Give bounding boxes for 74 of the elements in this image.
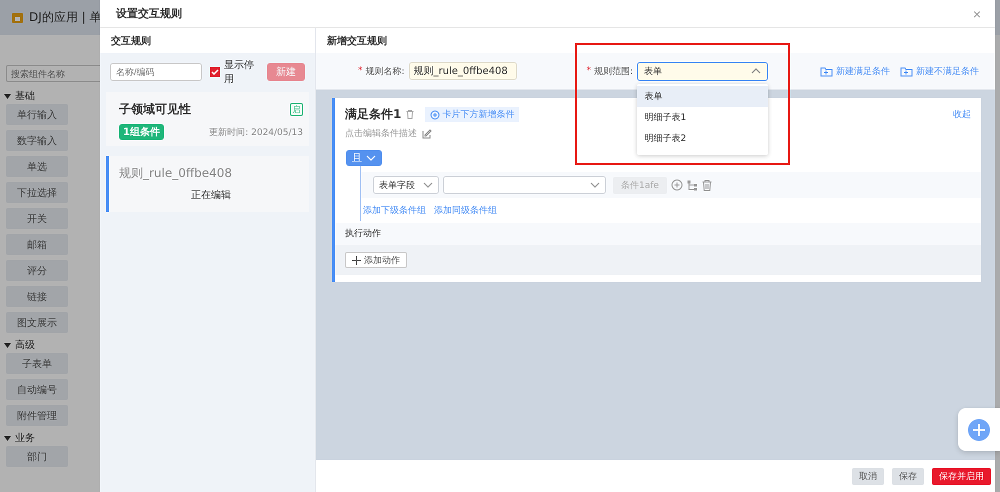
field-select[interactable] [443,176,606,194]
caret-down-icon[interactable] [4,434,11,442]
field-label: 规则名称: [366,66,405,78]
required-mark: * [358,66,362,76]
dialog-title: 设置交互规则 [116,6,182,21]
dropdown-option[interactable]: 表单 [636,86,768,106]
group-label: 高级 [15,338,35,352]
group-label: 基础 [15,90,35,103]
plus-circle-icon[interactable] [670,179,683,191]
condition-title: 满足条件1 [345,106,402,123]
editing-note: 正在编辑 [190,188,232,203]
save-enable-button[interactable]: 保存并启用 [932,468,991,484]
folder-icon[interactable] [12,12,23,22]
plus-circle-icon[interactable] [968,418,990,440]
chevron-down-icon[interactable] [423,182,433,188]
close-button[interactable]: × [972,6,981,22]
trash-icon[interactable] [406,110,414,119]
plus-icon[interactable] [352,256,361,264]
component-item[interactable]: 自动编号 [6,379,68,400]
rule-name-field[interactable]: 规则_rule_0ffbe408 [408,62,517,80]
checkbox[interactable] [210,67,220,77]
footer-button[interactable]: 保存 [892,468,924,484]
add-condition-button[interactable]: 新建不满足条件 [900,64,979,78]
field-type-select[interactable]: 表单字段 [373,176,439,194]
component-item[interactable]: 单行输入 [6,104,68,125]
updated-time: 更新时间: 2024/05/13 [209,126,303,138]
add-below-button[interactable]: 卡片下方新增条件 [425,107,520,122]
component-item[interactable]: 下拉选择 [6,182,68,203]
caret-down-icon[interactable] [4,92,11,100]
component-item[interactable]: 子表单 [6,353,68,374]
component-item[interactable]: 单选 [6,156,68,177]
app-title: DJ的应用 | 单 [29,9,102,26]
rule-name: 规则_rule_0ffbe408 [119,164,232,182]
required-mark: * [586,66,592,76]
component-item[interactable]: 数字输入 [6,130,68,151]
tree-icon[interactable] [686,180,698,190]
logic-dropdown[interactable]: 且 [346,150,382,166]
caret-down-icon[interactable] [4,342,11,348]
dropdown-option[interactable]: 明细子表1 [636,106,768,128]
folder-plus-icon[interactable] [900,66,913,76]
pane-title: 交互规则 [100,28,315,53]
section-title: 执行动作 [335,223,981,245]
rule-card[interactable]: 子领域可见性 启 1组条件 更新时间: 2024/05/13 [106,92,309,146]
chevron-down-icon[interactable] [590,182,600,188]
rule-card[interactable]: 规则_rule_0ffbe408 正在编辑 [106,156,309,212]
condition-tag: 条件1afe [613,176,667,194]
footer-button[interactable]: 取消 [852,468,884,484]
component-item[interactable]: 邮箱 [6,234,68,255]
component-item[interactable]: 附件管理 [6,405,68,426]
component-item[interactable]: 链接 [6,286,68,307]
component-item[interactable]: 评分 [6,260,68,281]
add-group-link[interactable]: 添加下级条件组 [363,204,426,217]
add-condition-button[interactable]: 新建满足条件 [820,64,890,78]
rule-name: 子领域可见性 [119,100,191,118]
condition-count-tag: 1组条件 [119,124,164,140]
add-action-button[interactable]: 添加动作 [345,252,407,268]
component-item[interactable]: 部门 [6,446,68,467]
folder-plus-icon[interactable] [820,66,833,76]
dropdown-option[interactable]: 明细子表2 [636,128,768,148]
collapse-link[interactable]: 收起 [953,108,971,121]
add-group-link[interactable]: 添加同级条件组 [434,204,497,217]
edit-icon[interactable] [422,128,432,138]
scope-select[interactable]: 表单 [637,62,768,80]
chevron-up-icon[interactable] [751,68,762,74]
trash-icon[interactable] [702,180,712,190]
status-badge: 启 [290,102,303,116]
plus-circle-icon[interactable] [430,110,440,120]
field-label: 规则范围: [594,66,634,78]
checkbox-label: 显示停用 [224,59,255,86]
search-field[interactable]: 名称/编码 [110,63,202,81]
component-item[interactable]: 开关 [6,208,68,229]
group-label: 业务 [15,432,35,445]
description-hint[interactable]: 点击编辑条件描述 [345,127,417,140]
component-item[interactable]: 图文展示 [6,312,68,333]
